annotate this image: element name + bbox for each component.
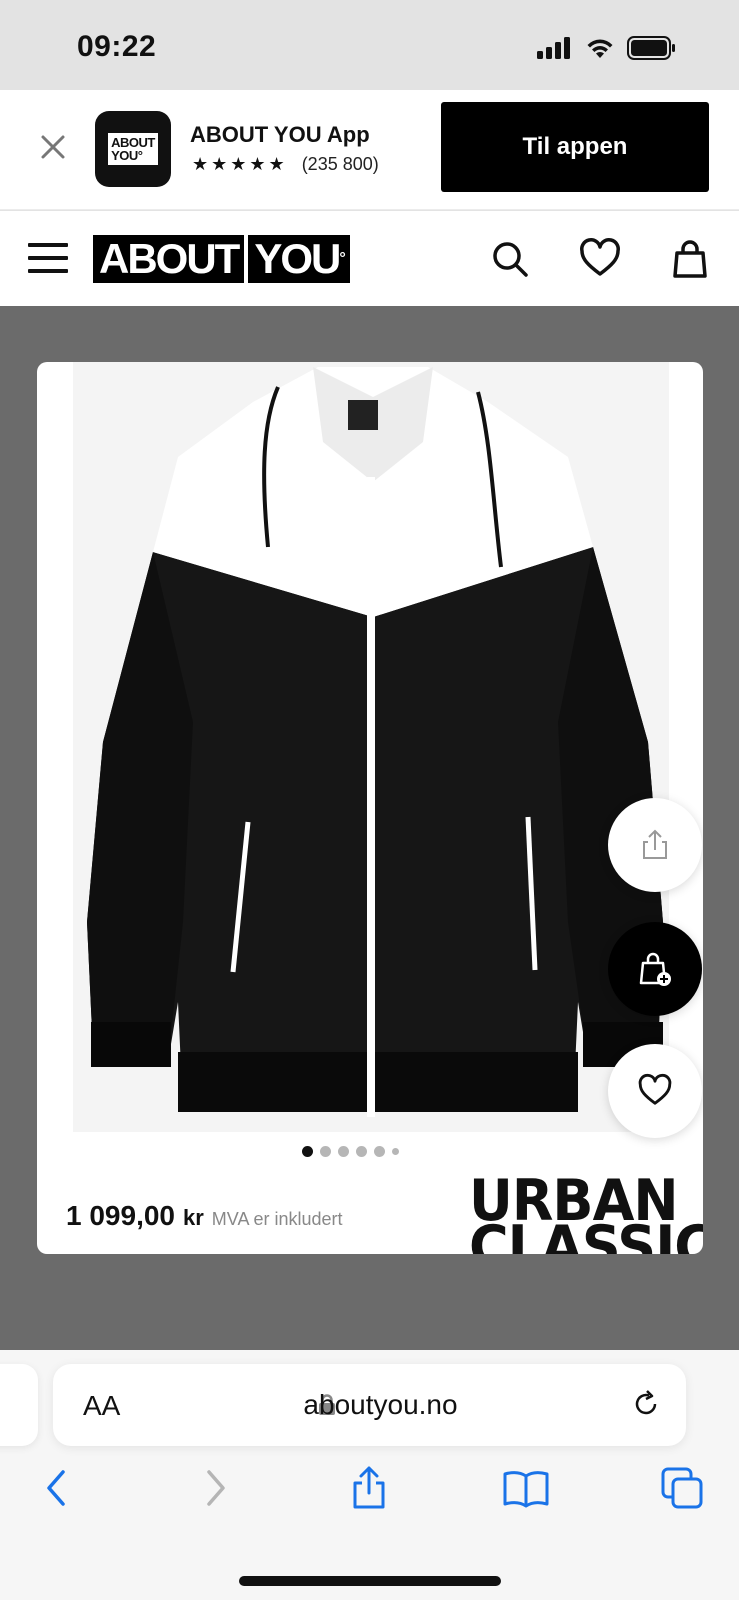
pagination-dot[interactable] [337, 1146, 349, 1157]
product-card[interactable]: 1 099,00 kr MVA er inkludert URBAN CLASS… [37, 362, 703, 1254]
bookmarks-icon [503, 1471, 549, 1508]
share-icon [643, 829, 667, 859]
back-icon [47, 1470, 65, 1506]
price-value: 1 099,00 [66, 1200, 175, 1231]
app-download-banner: ABOUT YOU° ABOUT YOU App ★★★★★ (235 800)… [0, 90, 739, 210]
status-time: 09:22 [77, 30, 157, 63]
address-bar[interactable]: AA aboutyou.no [53, 1364, 686, 1446]
forward-icon [207, 1470, 225, 1506]
home-indicator [239, 1576, 501, 1586]
product-price: 1 099,00 kr MVA er inkludert [66, 1200, 343, 1232]
url-text[interactable]: aboutyou.no [53, 1389, 686, 1421]
rating-count: (235 800) [301, 154, 379, 174]
product-image[interactable] [73, 362, 669, 1132]
wishlist-button[interactable] [608, 1044, 702, 1138]
brand-logo[interactable]: ABOUT YOU° [93, 235, 350, 283]
pagination-dot[interactable] [355, 1146, 367, 1157]
app-icon-logo: ABOUT YOU° [108, 133, 158, 165]
reload-icon[interactable] [630, 1388, 662, 1420]
brand-part2: YOU° [248, 235, 350, 283]
share-icon [353, 1466, 385, 1509]
image-pagination[interactable] [37, 1146, 683, 1157]
signal-icon [537, 37, 570, 59]
app-icon-logo-line2: YOU° [111, 148, 143, 163]
vat-note: MVA er inkludert [211, 1209, 343, 1229]
product-brand-logo[interactable]: URBAN CLASSICS [469, 1172, 703, 1254]
close-icon[interactable] [38, 132, 68, 162]
pagination-dot[interactable] [373, 1146, 385, 1157]
share-page-button[interactable] [343, 1462, 395, 1514]
status-icons [537, 36, 677, 60]
heart-icon[interactable] [578, 237, 622, 281]
app-rating: ★★★★★ (235 800) [192, 154, 379, 175]
brand-logo-line2: CLASSICS [469, 1213, 703, 1254]
search-icon[interactable] [488, 237, 532, 281]
forward-button[interactable] [190, 1462, 242, 1514]
app-name: ABOUT YOU App [190, 122, 370, 147]
add-to-bag-button[interactable] [608, 922, 702, 1016]
site-header: ABOUT YOU° [0, 211, 739, 306]
pagination-dot[interactable] [391, 1148, 399, 1155]
pagination-dot[interactable] [301, 1146, 313, 1157]
price-currency: kr [183, 1205, 204, 1230]
menu-icon[interactable] [28, 243, 68, 275]
heart-icon [638, 1073, 672, 1105]
previous-tab-peek[interactable] [0, 1364, 38, 1446]
bookmarks-button[interactable] [500, 1462, 552, 1514]
share-button[interactable] [608, 798, 702, 892]
page-overlay[interactable]: 1 099,00 kr MVA er inkludert URBAN CLASS… [0, 306, 739, 1350]
bag-icon[interactable] [668, 237, 712, 281]
tabs-button[interactable] [656, 1462, 708, 1514]
pagination-dot[interactable] [319, 1146, 331, 1157]
back-button[interactable] [30, 1462, 82, 1514]
status-bar: 09:22 [0, 0, 739, 90]
wifi-icon [587, 39, 613, 58]
tabs-icon [661, 1467, 703, 1509]
rating-stars: ★★★★★ [192, 154, 288, 174]
brand-part1: ABOUT [93, 235, 245, 283]
open-app-button[interactable]: Til appen [441, 102, 709, 192]
app-icon[interactable]: ABOUT YOU° [95, 111, 171, 187]
browser-bottom-bar: AA aboutyou.no [0, 1350, 739, 1600]
battery-icon [627, 36, 675, 60]
bag-plus-icon [639, 952, 671, 986]
